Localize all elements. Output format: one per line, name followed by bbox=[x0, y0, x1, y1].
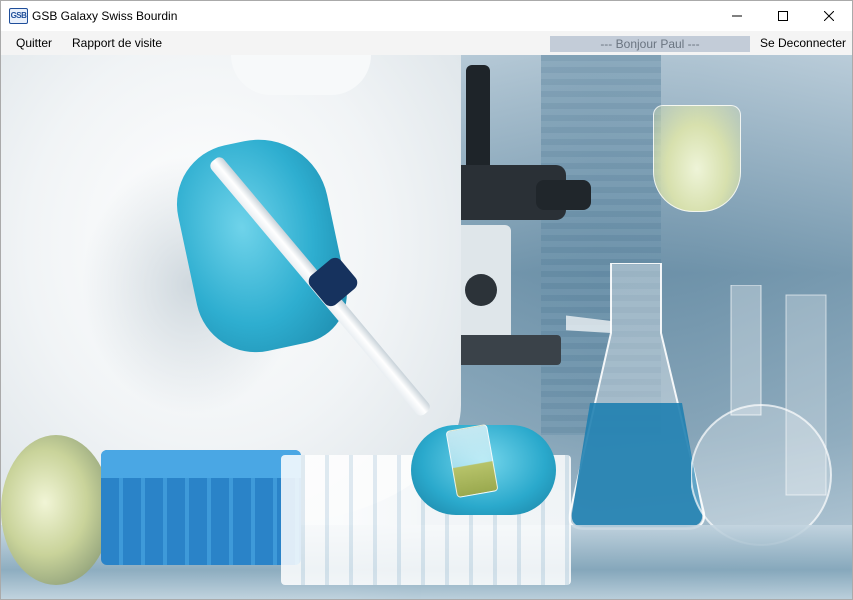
maximize-button[interactable] bbox=[760, 1, 806, 31]
face-mask bbox=[231, 55, 371, 95]
close-icon bbox=[824, 11, 834, 21]
menu-visit-report[interactable]: Rapport de visite bbox=[72, 36, 162, 50]
window-title: GSB Galaxy Swiss Bourdin bbox=[32, 9, 178, 23]
menu-bar: Quitter Rapport de visite --- Bonjour Pa… bbox=[1, 31, 852, 55]
separatory-funnel bbox=[653, 105, 741, 212]
menu-quit[interactable]: Quitter bbox=[16, 36, 52, 50]
blue-rack-top bbox=[101, 450, 301, 478]
app-window: GSB GSB Galaxy Swiss Bourdin Quitter Rap… bbox=[0, 0, 853, 600]
lab-background-image bbox=[1, 55, 852, 599]
title-bar[interactable]: GSB GSB Galaxy Swiss Bourdin bbox=[1, 1, 852, 31]
close-button[interactable] bbox=[806, 1, 852, 31]
minimize-icon bbox=[732, 15, 742, 17]
menu-logout[interactable]: Se Deconnecter bbox=[760, 36, 846, 50]
minimize-button[interactable] bbox=[714, 1, 760, 31]
gsb-logo-icon: GSB bbox=[9, 8, 28, 24]
flask-left bbox=[1, 435, 111, 585]
erlenmeyer-flask bbox=[566, 263, 706, 530]
maximize-icon bbox=[778, 11, 788, 21]
greeting-label: --- Bonjour Paul --- bbox=[550, 36, 750, 52]
